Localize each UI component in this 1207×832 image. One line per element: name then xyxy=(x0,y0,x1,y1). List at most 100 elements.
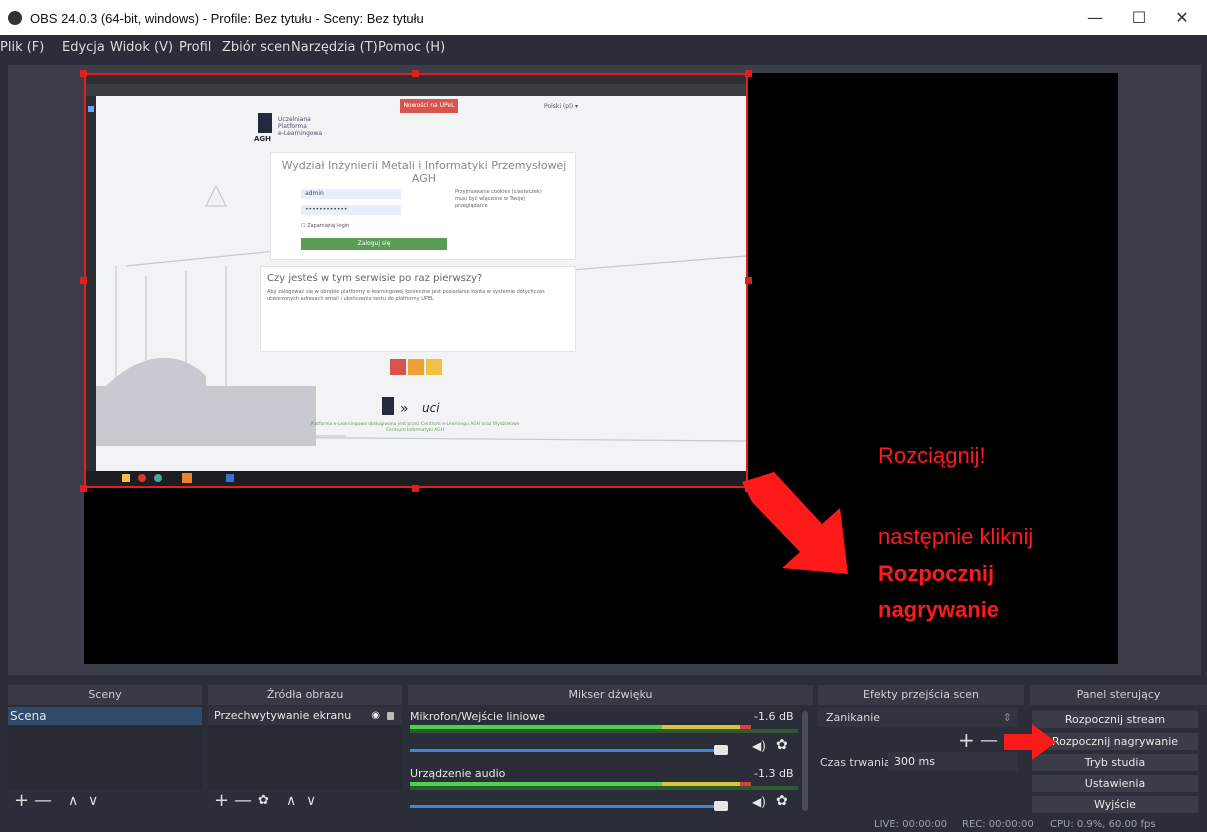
speaker-icon[interactable]: ◀) xyxy=(752,739,766,753)
menu-file[interactable]: Plik (F) xyxy=(0,40,44,55)
transition-selected: Zanikanie xyxy=(826,711,881,724)
logo-line: Platforma xyxy=(278,123,307,130)
arrow-logo-icon: » xyxy=(400,401,409,417)
menu-tools[interactable]: Narzędzia (T) xyxy=(291,40,378,55)
scenes-dock-header: Sceny xyxy=(8,685,202,705)
lock-icon[interactable] xyxy=(387,712,394,720)
status-bar: LIVE: 00:00:00 REC: 00:00:00 CPU: 0.9%, … xyxy=(0,818,1207,832)
menu-edit[interactable]: Edycja xyxy=(62,40,105,55)
browser-address-bar xyxy=(86,84,746,96)
maximize-button[interactable]: ☐ xyxy=(1117,6,1161,30)
username-field[interactable]: admin xyxy=(301,189,401,199)
desktop-volume-knob[interactable] xyxy=(714,801,728,811)
app-icon xyxy=(182,473,192,483)
mixer-dock-header: Mikser dźwięku xyxy=(408,685,813,705)
folder-icon xyxy=(122,474,130,482)
faculty-heading: Wydział Inżynierii Metali i Informatyki … xyxy=(281,159,567,185)
menu-view[interactable]: Widok (V) xyxy=(110,40,173,55)
desktop-volume-slider[interactable] xyxy=(410,805,720,808)
annotation-recording: nagrywanie xyxy=(878,597,1000,622)
mic-level-meter xyxy=(410,725,798,733)
add-scene-button[interactable]: + xyxy=(14,790,29,811)
uci-logo-icon: uci xyxy=(422,401,440,415)
gear-icon[interactable]: ✿ xyxy=(776,793,788,809)
side-toolbar xyxy=(86,96,96,471)
list-tile-icon xyxy=(390,359,406,375)
speaker-icon[interactable]: ◀) xyxy=(752,795,766,809)
first-time-heading: Czy jesteś w tym serwisie po raz pierwsz… xyxy=(267,273,483,284)
resize-handle-tl[interactable] xyxy=(80,70,87,77)
resize-handle-tr[interactable] xyxy=(745,70,752,77)
remove-scene-button[interactable]: — xyxy=(34,790,52,811)
scenes-list[interactable]: Scena xyxy=(8,707,202,789)
chrome-icon xyxy=(154,474,162,482)
add-source-button[interactable]: + xyxy=(214,790,229,811)
move-up-icon[interactable]: ∧ xyxy=(68,793,78,809)
duration-label: Czas trwania xyxy=(820,756,891,769)
scenes-title: Sceny xyxy=(88,688,122,701)
sources-dock-header: Źródła obrazu xyxy=(208,685,402,705)
menu-profile[interactable]: Profil xyxy=(179,40,211,55)
remove-source-button[interactable]: — xyxy=(234,790,252,811)
close-button[interactable]: ✕ xyxy=(1160,6,1204,30)
password-field[interactable]: •••••••••••• xyxy=(301,205,401,215)
resize-handle-t[interactable] xyxy=(412,70,419,77)
studio-mode-button[interactable]: Tryb studia xyxy=(1032,754,1198,771)
rec-timer: REC: 00:00:00 xyxy=(962,819,1034,830)
move-down-icon[interactable]: ∨ xyxy=(88,793,98,809)
transitions-title: Efekty przejścia scen xyxy=(863,688,979,701)
login-card: Wydział Inżynierii Metali i Informatyki … xyxy=(270,152,576,260)
settings-button[interactable]: Ustawienia xyxy=(1032,775,1198,792)
annotation-stretch: Rozciągnij! xyxy=(878,443,986,468)
transitions-dock-header: Efekty przejścia scen xyxy=(818,685,1024,705)
add-transition-button[interactable]: + xyxy=(958,728,975,752)
language-selector: Polski (pl) ▾ xyxy=(544,103,578,110)
remove-transition-button[interactable]: — xyxy=(980,730,998,751)
sources-toolbar: + — ✿ ∧ ∨ xyxy=(208,790,402,814)
resize-handle-bl[interactable] xyxy=(80,485,87,492)
menu-scene-collection[interactable]: Zbiór scen xyxy=(222,40,290,55)
move-down-icon[interactable]: ∨ xyxy=(306,793,316,809)
start-recording-button[interactable]: Rozpocznij nagrywanie xyxy=(1032,733,1198,750)
login-button[interactable]: Zaloguj się xyxy=(301,238,447,250)
scene-item[interactable]: Scena xyxy=(8,707,202,725)
move-up-icon[interactable]: ∧ xyxy=(286,793,296,809)
mixer-scrollbar[interactable] xyxy=(802,711,808,811)
visibility-eye-icon[interactable]: ◉ xyxy=(371,707,380,725)
footer-text: Platforma e-Learningowa obsługiwana jest… xyxy=(310,422,520,433)
mic-volume-knob[interactable] xyxy=(714,745,728,755)
mic-volume-slider[interactable] xyxy=(410,749,720,752)
agh-logo-icon xyxy=(258,113,272,133)
controls-title: Panel sterujący xyxy=(1076,688,1161,701)
transition-select[interactable]: Zanikanie ⇕ xyxy=(818,708,1018,727)
window-titlebar: OBS 24.0.3 (64-bit, windows) - Profile: … xyxy=(0,0,1207,35)
source-item[interactable]: Przechwytywanie ekranu ◉ xyxy=(208,707,402,725)
first-time-card: Czy jesteś w tym serwisie po raz pierwsz… xyxy=(260,266,576,352)
window-title: OBS 24.0.3 (64-bit, windows) - Profile: … xyxy=(30,11,424,26)
menu-bar: Plik (F) Edycja Widok (V) Profil Zbiór s… xyxy=(0,35,1207,63)
screen-capture-source[interactable]: Nowości na UPeL Polski (pl) ▾ AGH Uczeln… xyxy=(84,73,748,488)
site-badge: Nowości na UPeL xyxy=(400,99,458,113)
resize-handle-b[interactable] xyxy=(412,485,419,492)
controls-dock-header: Panel sterujący xyxy=(1030,685,1207,705)
help-tile-icon xyxy=(426,359,442,375)
resize-handle-r[interactable] xyxy=(745,277,752,284)
cookie-note: Przyjmowanie cookies (ciasteczek) musi b… xyxy=(455,189,542,209)
resize-handle-l[interactable] xyxy=(80,277,87,284)
sources-list[interactable]: Przechwytywanie ekranu ◉ xyxy=(208,707,402,789)
menu-help[interactable]: Pomoc (H) xyxy=(378,40,445,55)
desktop-level-meter xyxy=(410,782,798,790)
red-arrow-icon xyxy=(1004,724,1056,760)
logo-text: Uczelniana Platforma e-Learningowa xyxy=(278,116,322,137)
duration-input[interactable]: 300 ms xyxy=(888,752,1018,771)
annotation-then-click: następnie kliknij xyxy=(878,524,1034,549)
start-stream-button[interactable]: Rozpocznij stream xyxy=(1032,711,1198,728)
logo-line: Uczelniana xyxy=(278,116,311,123)
logo-line: e-Learningowa xyxy=(278,130,323,137)
remember-login[interactable]: ☐ Zapamiętaj login xyxy=(301,223,349,229)
gear-icon[interactable]: ✿ xyxy=(776,737,788,753)
exit-button[interactable]: Wyjście xyxy=(1032,796,1198,813)
minimize-button[interactable]: — xyxy=(1073,6,1117,30)
gear-icon[interactable]: ✿ xyxy=(258,793,269,808)
mic-channel-name: Mikrofon/Wejście liniowe xyxy=(410,710,545,723)
